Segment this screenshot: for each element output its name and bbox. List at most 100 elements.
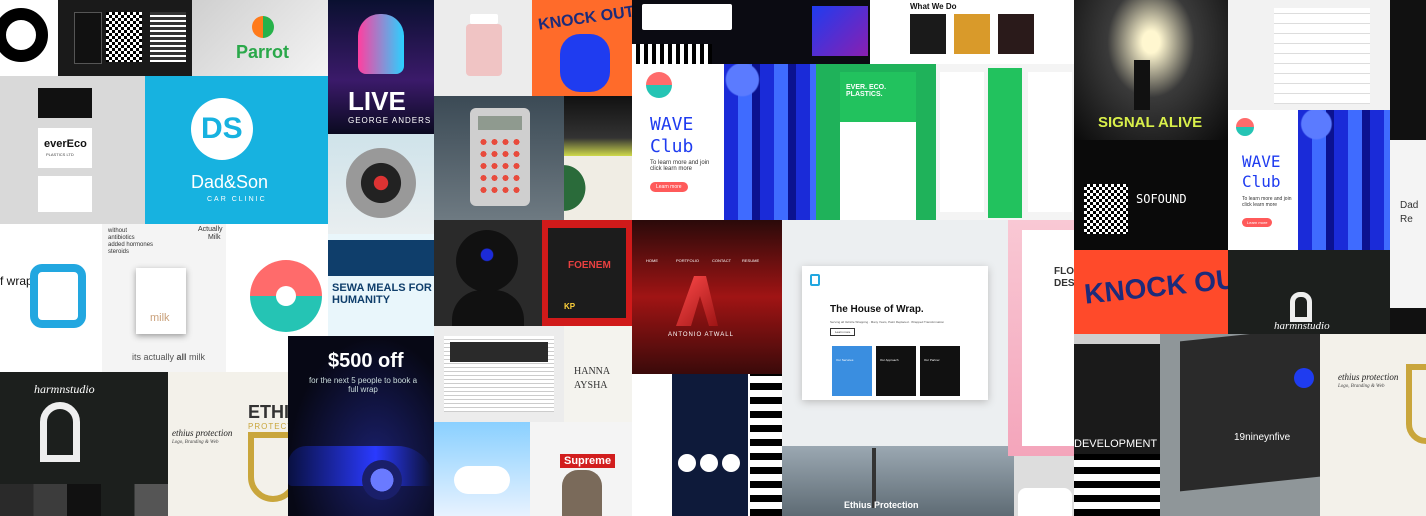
wave-title-2: Club: [650, 136, 694, 157]
tile-car: $500 off for the next 5 people to book a…: [288, 336, 434, 516]
parrot-icon: [252, 16, 274, 38]
whatwedo-card-2: [954, 14, 990, 54]
tile-atwall-bottom: [632, 374, 782, 516]
harmn2-name: harmnstudio: [1274, 320, 1330, 332]
calculator-screen: [478, 116, 522, 130]
atwall-nav-2[interactable]: CONTACT: [712, 258, 731, 263]
tile-waves: [724, 64, 816, 220]
ethius-shield-icon: [248, 432, 288, 502]
supreme-face: [562, 470, 602, 516]
tile-pattern-cards: [58, 0, 192, 76]
foenem-badge: KP: [564, 302, 576, 311]
development-label: DEVELOPMENT: [1074, 438, 1158, 450]
whatwedo-card-1: [910, 14, 946, 54]
tile-vinyl: [328, 134, 434, 234]
phone-body: [1018, 488, 1072, 516]
web-mockup-circle: [700, 454, 718, 472]
tile-knockout: KNOCK OUT: [532, 0, 632, 96]
wave-button[interactable]: Learn more: [650, 182, 688, 192]
stripes: [750, 374, 782, 516]
wave2-button[interactable]: Learn more: [1242, 218, 1273, 227]
how-card-1-label: Our Services: [836, 358, 854, 362]
tile-wireframe: [1228, 0, 1390, 110]
tile-o-logo: [0, 0, 58, 76]
tile-wrap-logo: f wrap: [0, 224, 102, 372]
discount-headline: $500 off: [328, 350, 404, 372]
wrap-logo-text: f wrap: [0, 274, 33, 288]
milk-list-1: antibiotics: [108, 235, 135, 241]
dadson-tagline: CAR CLINIC: [207, 196, 267, 203]
tile-harmn-2: harmnstudio: [1228, 250, 1390, 334]
tile-8ball: [434, 220, 542, 326]
whatwedo-heading: What We Do: [910, 2, 957, 11]
supreme-label: Supreme: [560, 454, 616, 468]
hanna-line2: AYSHA: [574, 380, 608, 391]
tile-parrot: Parrot: [192, 0, 328, 76]
tile-dashboard: [632, 0, 870, 64]
tile-calculator: [434, 96, 564, 220]
milk-list-0: without: [108, 228, 128, 234]
tile-what-we-do: What We Do: [870, 0, 1074, 64]
evereco-tagline: PLASTICS LTD: [46, 152, 74, 157]
foenem-headline: FOENEM: [568, 260, 611, 271]
dadson-monogram: DS: [201, 112, 243, 145]
ethius-word: ETHIUS: [248, 402, 288, 422]
how-tagline: Serving all Vehicle Wrapping · Many Year…: [830, 320, 945, 324]
evereco-card-white2: [38, 176, 92, 212]
how-title: The House of Wrap.: [830, 304, 924, 315]
jar-body: [466, 24, 502, 76]
atwall-nav-0[interactable]: HOME: [646, 258, 658, 263]
tile-milk-brand: Actually Milk: [176, 224, 226, 264]
tile-hanna-invite: [564, 156, 632, 220]
dashboard-gradient: [812, 6, 868, 56]
dad-right-2: Re: [1400, 214, 1413, 225]
live-subline: GEORGE ANDERS: [348, 116, 432, 125]
nineteen-label: 19nineynfive: [1234, 432, 1291, 443]
live-figure: [358, 14, 404, 74]
tile-development: DEVELOPMENT: [1074, 334, 1160, 516]
atwall-logo-icon: [676, 276, 718, 326]
harmn-name: harmnstudio: [34, 382, 95, 396]
tile-dark-corner: [1390, 0, 1426, 140]
tile-wave-club-2: WAVE Club To learn more and join click l…: [1228, 110, 1298, 250]
flo-line2: DESI: [1054, 278, 1074, 289]
parrot-logo-text: Parrot: [236, 42, 290, 62]
car-wheel: [362, 460, 402, 500]
tile-swatches: [0, 484, 168, 516]
milk-list-3: steroids: [108, 249, 130, 255]
pattern-card: [74, 12, 102, 64]
tile-house-of-wrap: The House of Wrap. Serving all Vehicle W…: [782, 220, 1008, 446]
harmn-logo-icon: [40, 402, 80, 462]
tile-knockout-2: KNOCK OUT: [1074, 250, 1228, 334]
milk-carton-box: [136, 268, 186, 334]
wireframe-page: [1274, 8, 1370, 104]
harmn2-logo-icon: [1290, 292, 1312, 322]
how-card-1: [832, 346, 872, 396]
dad-right-1: Dad: [1400, 200, 1419, 211]
how-button[interactable]: Learn more: [830, 328, 856, 336]
tile-app-screens: [936, 64, 1074, 220]
discount-sub: for the next 5 people to book a full wra…: [308, 376, 418, 394]
milk-slogan-pre: its actually: [132, 352, 177, 362]
tile-ethius-card-2: ethius protection Logo, Branding & Web: [1320, 334, 1426, 516]
tile-ethius-card: ethius protection Logo, Branding & Web E…: [168, 372, 288, 516]
tile-ethius-city: Ethius Protection: [782, 446, 1014, 516]
atwall-nav-1[interactable]: PORTFOLIO: [676, 258, 699, 263]
tile-dadson: DS Dad&Son CAR CLINIC: [145, 76, 328, 224]
dashboard-stripes: [632, 44, 712, 64]
vinyl-disc: [346, 148, 416, 218]
milk-slogan-bold: all: [176, 352, 187, 362]
tile-jar: [434, 0, 532, 96]
laptop-lid: [1180, 334, 1320, 492]
evereco-card-white: everEco PLASTICS LTD: [38, 128, 92, 168]
tile-evereco-cards: everEco PLASTICS LTD: [0, 76, 145, 224]
tile-harmn-dark: harmnstudio: [0, 372, 168, 484]
tile-hanna: HANNA AYSHA: [564, 326, 632, 422]
ethius-city-label: Ethius Protection: [844, 500, 919, 510]
signal-headline: SIGNAL ALIVE: [1098, 114, 1203, 131]
atwall-nav-3[interactable]: RESUME: [742, 258, 759, 263]
pattern-card: [150, 12, 186, 62]
city-tower: [872, 448, 876, 508]
how-card-3-label: Our Partner: [924, 358, 940, 362]
wave2-title-1: WAVE: [1242, 152, 1281, 171]
